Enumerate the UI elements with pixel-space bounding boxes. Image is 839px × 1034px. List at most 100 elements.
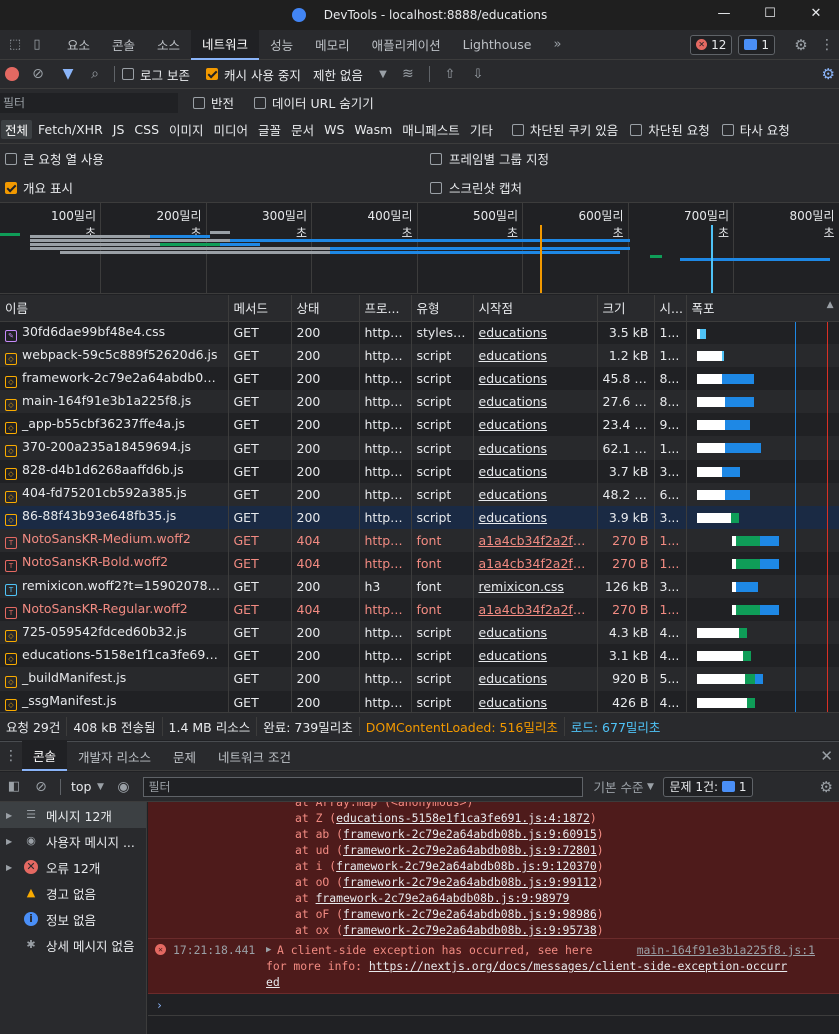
console-prompt[interactable]: › (148, 994, 839, 1016)
initiator-link[interactable]: educations (479, 671, 548, 686)
type-filter-0[interactable]: 전체 (1, 120, 33, 139)
big-rows-checkbox[interactable] (5, 152, 17, 165)
initiator-cell[interactable]: a1a4cb34f2a2f40... (473, 551, 598, 576)
column-header-2[interactable]: 상태 (291, 295, 360, 322)
levels-chevron-icon[interactable]: ▼ (643, 782, 657, 792)
maximize-icon[interactable]: ☐ (747, 0, 793, 30)
initiator-link[interactable]: educations (479, 464, 548, 479)
drawer-tab-2[interactable]: 문제 (162, 741, 207, 771)
initiator-link[interactable]: educations (479, 510, 548, 525)
preserve-log-checkbox[interactable] (122, 68, 134, 80)
type-filter-4[interactable]: 이미지 (165, 120, 208, 139)
initiator-cell[interactable]: educations (473, 621, 598, 645)
more-tabs-icon[interactable]: » (547, 37, 569, 52)
console-sidebar-item[interactable]: ▶ ✕ 오류 12개 (0, 854, 146, 880)
expand-triangle-icon[interactable]: ▶ (266, 942, 271, 958)
console-sidebar-item[interactable]: ▶ ◉ 사용자 메시지 ... (0, 828, 146, 854)
initiator-link[interactable]: a1a4cb34f2a2f40... (479, 556, 597, 571)
initiator-link[interactable]: remixicon.css (479, 579, 564, 594)
initiator-cell[interactable]: educations (473, 321, 598, 345)
table-row[interactable]: ◇ webpack-59c5c889f52620d6.js GET 200 http/.… (0, 344, 839, 368)
column-header-5[interactable]: 시작점 (473, 295, 598, 322)
drawer-tab-1[interactable]: 개발자 리소스 (67, 741, 162, 771)
context-select[interactable]: top (71, 779, 91, 794)
device-toolbar-icon[interactable]: ▯ (26, 37, 48, 52)
stack-frame-link[interactable]: framework-2c79e2a64abdb08b.js:9:99112 (343, 875, 597, 889)
type-filter-1[interactable]: Fetch/XHR (34, 122, 107, 137)
context-chevron-icon[interactable]: ▼ (91, 782, 109, 792)
filter-icon[interactable]: ▼ (53, 66, 83, 82)
search-icon[interactable]: ⌕ (83, 66, 107, 82)
column-header-7[interactable]: 시... (654, 295, 687, 322)
table-row[interactable]: ◇ _ssgManifest.js GET 200 http/... script educ… (0, 690, 839, 712)
stack-frame-link[interactable]: educations-5158e1f1ca3fe691.js:4:1872 (336, 811, 590, 825)
column-header-6[interactable]: 크기 (597, 295, 655, 322)
stack-frame-link[interactable]: framework-2c79e2a64abdb08b.js:9:98986 (343, 907, 597, 921)
main-tab-7[interactable]: Lighthouse (452, 30, 543, 60)
type-filter-2[interactable]: JS (109, 122, 129, 137)
chevron-down-icon[interactable]: ▼ (373, 69, 393, 80)
type-filter-5[interactable]: 미디어 (210, 120, 253, 139)
main-tab-6[interactable]: 애플리케이션 (361, 30, 452, 60)
column-header-4[interactable]: 유형 (411, 295, 474, 322)
main-tab-1[interactable]: 콘솔 (101, 30, 146, 60)
type-filter-6[interactable]: 글꼴 (254, 120, 285, 139)
table-row[interactable]: Tremixicon.woff2?t=15902078698... GET 200 h… (0, 575, 839, 599)
error-count-badge[interactable]: ✕ 12 (690, 34, 733, 55)
initiator-link[interactable]: educations (479, 371, 548, 386)
message-count-badge[interactable]: 1 (738, 34, 775, 55)
main-tab-2[interactable]: 소스 (146, 30, 191, 60)
console-settings-icon[interactable]: ⚙ (820, 778, 833, 796)
table-row[interactable]: ✎ 30fd6dae99bf48e4.css GET 200 http/... style… (0, 321, 839, 345)
message-source-link[interactable]: main-164f91e3b1a225f8.js:1 (637, 942, 815, 958)
initiator-link[interactable]: educations (479, 487, 548, 502)
table-row[interactable]: ◇ 370-200a235a18459694.js GET 200 http/... sc… (0, 436, 839, 460)
type-filter-10[interactable]: 매니페스트 (398, 120, 464, 139)
initiator-cell[interactable]: educations (473, 413, 598, 437)
group-by-frame-checkbox[interactable] (430, 152, 442, 165)
import-har-icon[interactable]: ⇧ (436, 67, 464, 82)
drawer-tab-3[interactable]: 네트워크 조건 (207, 741, 302, 771)
nextjs-docs-link-tail[interactable]: ed (266, 975, 280, 989)
show-overview-checkbox[interactable] (5, 181, 17, 194)
close-drawer-icon[interactable]: ✕ (820, 747, 833, 765)
settings-gear-icon[interactable]: ⚙ (787, 36, 815, 54)
network-settings-icon[interactable]: ⚙ (822, 65, 835, 83)
main-tab-0[interactable]: 요소 (56, 30, 101, 60)
blocked-requests-checkbox[interactable] (630, 123, 643, 136)
network-conditions-icon[interactable]: ≋ (393, 66, 423, 82)
table-row[interactable]: T NotoSansKR-Bold.woff2 GET 404 http/... font… (0, 551, 839, 576)
log-levels-select[interactable]: 기본 수준 (593, 777, 643, 796)
issues-button[interactable]: 문제 1건: 1 (663, 776, 753, 797)
initiator-cell[interactable]: a1a4cb34f2a2f40... (473, 598, 598, 622)
initiator-cell[interactable]: educations (473, 459, 598, 483)
filter-input[interactable]: 필터 (0, 92, 178, 113)
type-filter-3[interactable]: CSS (130, 122, 163, 137)
main-tab-5[interactable]: 메모리 (304, 30, 361, 60)
type-filter-11[interactable]: 기타 (466, 120, 497, 139)
initiator-link[interactable]: educations (479, 695, 548, 710)
initiator-link[interactable]: a1a4cb34f2a2f40... (479, 602, 597, 617)
expand-arrow-icon[interactable]: ▶ (6, 837, 18, 846)
stack-frame-link[interactable]: framework-2c79e2a64abdb08b.js:9:120370 (336, 859, 597, 873)
table-row[interactable]: ◇ _app-b55cbf36237ffe4a.js GET 200 http/... s… (0, 413, 839, 437)
toggle-sidebar-icon[interactable]: ◧ (0, 779, 28, 794)
initiator-cell[interactable]: educations (473, 482, 598, 506)
main-tab-3[interactable]: 네트워크 (191, 29, 260, 60)
clear-icon[interactable]: ⊘ (23, 66, 53, 82)
record-icon[interactable] (5, 67, 19, 81)
initiator-link[interactable]: educations (479, 441, 548, 456)
column-header-1[interactable]: 메서드 (228, 295, 292, 322)
stack-frame-link[interactable]: framework-2c79e2a64abdb08b.js:9:60915 (343, 827, 597, 841)
stack-frame-link[interactable]: framework-2c79e2a64abdb08b.js:9:95738 (343, 923, 597, 937)
console-filter-input[interactable]: 필터 (143, 776, 584, 797)
table-row[interactable]: ◇ 828-d4b1d6268aaffd6b.js GET 200 http/... sc… (0, 459, 839, 483)
more-options-icon[interactable]: ⋮ (815, 37, 839, 53)
table-row[interactable]: T NotoSansKR-Medium.woff2 GET 404 http/... fo… (0, 528, 839, 552)
blocked-cookies-checkbox[interactable] (511, 123, 524, 136)
minimize-icon[interactable]: — (701, 0, 747, 30)
initiator-link[interactable]: educations (479, 348, 548, 363)
initiator-link[interactable]: educations (479, 625, 548, 640)
initiator-link[interactable]: educations (479, 417, 548, 432)
initiator-cell[interactable]: a1a4cb34f2a2f40... (473, 528, 598, 552)
